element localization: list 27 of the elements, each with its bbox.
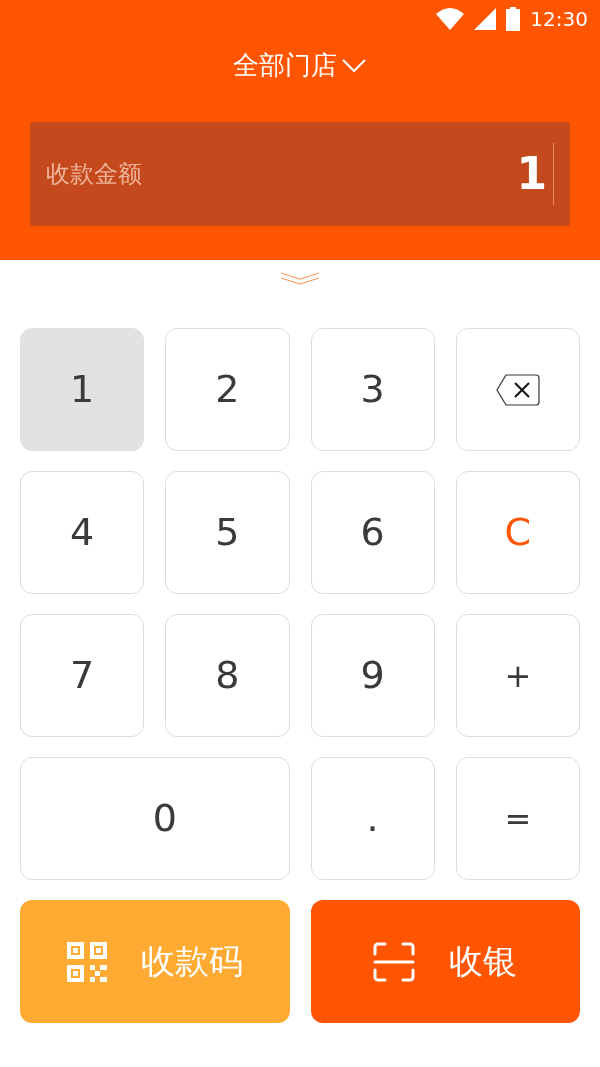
number-key[interactable]: 6 [310, 471, 435, 594]
number-key[interactable]: 9 [310, 614, 435, 737]
number-key[interactable]: 7 [20, 614, 145, 737]
wifi-icon [436, 8, 465, 30]
number-key[interactable]: 8 [165, 614, 290, 737]
amount-placeholder: 收款金额 [46, 159, 143, 190]
number-key[interactable]: 1 [20, 328, 145, 451]
number-key[interactable]: 5 [165, 471, 290, 594]
chevron-down-icon [341, 57, 367, 74]
number-key[interactable]: 4 [20, 471, 145, 594]
amount-value: 1 [516, 147, 547, 201]
number-key[interactable]: . [310, 757, 435, 880]
qr-code-icon [66, 941, 107, 982]
number-key[interactable]: 0 [20, 757, 290, 880]
number-key[interactable]: 2 [165, 328, 290, 451]
status-time: 12:30 [530, 6, 588, 33]
text-cursor [553, 143, 554, 205]
backspace-key[interactable] [455, 328, 580, 451]
operator-key[interactable]: + [455, 614, 580, 737]
collapse-chevron-icon [280, 272, 320, 286]
scan-icon [373, 941, 416, 982]
signal-icon [474, 8, 497, 30]
number-key[interactable]: 3 [310, 328, 435, 451]
operator-key[interactable]: = [455, 757, 580, 880]
battery-icon [506, 7, 521, 31]
backspace-icon [495, 373, 540, 406]
amount-field[interactable]: 收款金额 1 [30, 122, 570, 226]
